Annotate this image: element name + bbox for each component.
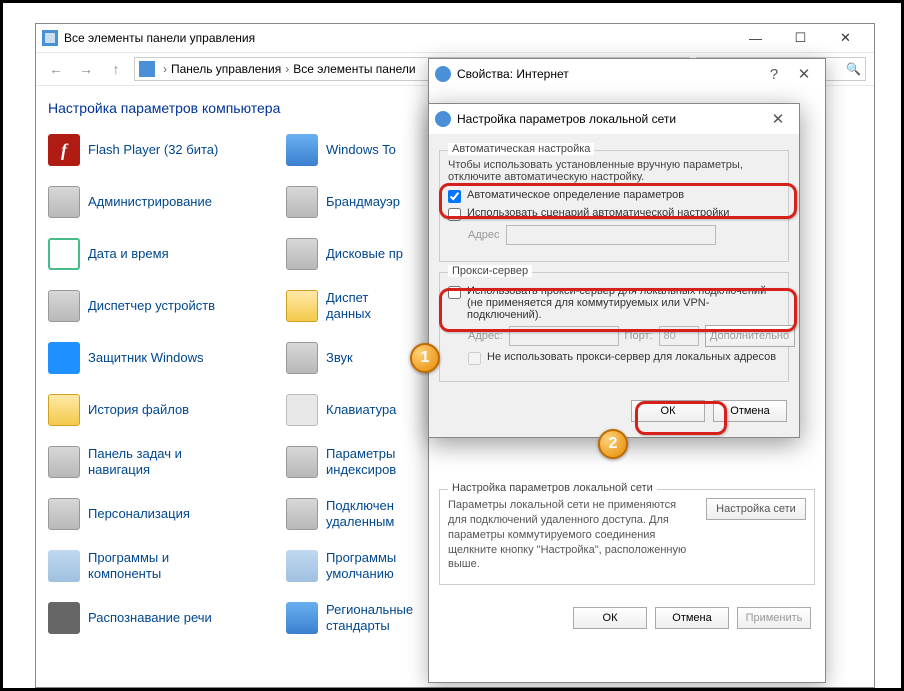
internet-icon xyxy=(435,66,451,82)
file-history-icon xyxy=(48,394,80,426)
lan-dialog-close-button[interactable]: ✕ xyxy=(763,110,793,128)
clock-icon xyxy=(48,238,80,270)
dialog-close-button[interactable]: ✕ xyxy=(789,65,819,83)
dialog-title: Свойства: Интернет xyxy=(457,67,569,81)
windows-tools-icon xyxy=(286,134,318,166)
indexing-icon xyxy=(286,446,318,478)
firewall-icon xyxy=(286,186,318,218)
highlight-use-proxy xyxy=(439,288,797,332)
lan-settings-button[interactable]: Настройка сети xyxy=(706,498,806,520)
administration-icon xyxy=(48,186,80,218)
globe-icon xyxy=(286,602,318,634)
cancel-button[interactable]: Отмена xyxy=(655,607,729,629)
personalization-icon xyxy=(48,498,80,530)
script-address-input xyxy=(506,225,716,245)
item-administration[interactable]: Администрирование xyxy=(48,186,278,218)
disk-icon xyxy=(286,238,318,270)
lan-legend: Настройка параметров локальной сети xyxy=(448,482,657,494)
bypass-local-input xyxy=(468,352,481,365)
remote-icon xyxy=(286,498,318,530)
proxy-legend: Прокси-сервер xyxy=(448,265,532,277)
lan-note: Параметры локальной сети не применяются … xyxy=(448,498,696,572)
apply-button[interactable]: Применить xyxy=(737,607,811,629)
default-programs-icon xyxy=(286,550,318,582)
lan-dialog-title: Настройка параметров локальной сети xyxy=(457,112,676,126)
auto-note: Чтобы использовать установленные вручную… xyxy=(448,159,780,183)
highlight-ok xyxy=(635,401,727,435)
script-address-label: Адрес xyxy=(468,229,500,241)
back-button[interactable]: ← xyxy=(44,57,68,81)
data-dispatcher-icon xyxy=(286,290,318,322)
help-button[interactable]: ? xyxy=(759,66,789,83)
breadcrumb-current[interactable]: Все элементы панели xyxy=(293,62,415,76)
sound-icon xyxy=(286,342,318,374)
item-device-manager[interactable]: Диспетчер устройств xyxy=(48,290,278,322)
minimize-button[interactable]: — xyxy=(733,27,778,49)
item-personalization[interactable]: Персонализация xyxy=(48,498,278,530)
title-bar: Все элементы панели управления — ☐ ✕ xyxy=(36,24,874,52)
lan-dialog-title-bar: Настройка параметров локальной сети ✕ xyxy=(429,104,799,134)
forward-button[interactable]: → xyxy=(74,57,98,81)
dialog-title-bar: Свойства: Интернет ? ✕ xyxy=(429,59,825,89)
maximize-button[interactable]: ☐ xyxy=(778,27,823,49)
control-panel-icon xyxy=(42,30,58,46)
lan-settings-dialog: Настройка параметров локальной сети ✕ Ав… xyxy=(428,103,800,438)
breadcrumb-icon xyxy=(139,61,155,77)
close-button[interactable]: ✕ xyxy=(823,27,868,49)
shield-icon xyxy=(48,342,80,374)
globe-icon xyxy=(435,111,451,127)
search-icon: 🔍 xyxy=(846,62,861,76)
ok-button[interactable]: ОК xyxy=(573,607,647,629)
bypass-local-checkbox[interactable]: Не использовать прокси-сервер для локаль… xyxy=(468,351,780,365)
device-manager-icon xyxy=(48,290,80,322)
breadcrumb-root[interactable]: Панель управления xyxy=(171,62,281,76)
highlight-auto-detect xyxy=(439,183,797,219)
callout-1: 1 xyxy=(410,343,440,373)
flash-icon: f xyxy=(48,134,80,166)
item-speech[interactable]: Распознавание речи xyxy=(48,602,278,634)
up-button[interactable]: ↑ xyxy=(104,57,128,81)
item-date-time[interactable]: Дата и время xyxy=(48,238,278,270)
programs-icon xyxy=(48,550,80,582)
item-programs[interactable]: Программы и компоненты xyxy=(48,550,278,582)
item-windows-defender[interactable]: Защитник Windows xyxy=(48,342,278,374)
auto-legend: Автоматическая настройка xyxy=(448,143,594,155)
keyboard-icon xyxy=(286,394,318,426)
mic-icon xyxy=(48,602,80,634)
item-flash-player[interactable]: fFlash Player (32 бита) xyxy=(48,134,278,166)
item-taskbar[interactable]: Панель задач и навигация xyxy=(48,446,278,478)
callout-2: 2 xyxy=(598,429,628,459)
taskbar-icon xyxy=(48,446,80,478)
window-title: Все элементы панели управления xyxy=(64,31,733,45)
lan-settings-section: Настройка параметров локальной сети Пара… xyxy=(439,489,815,585)
item-file-history[interactable]: История файлов xyxy=(48,394,278,426)
